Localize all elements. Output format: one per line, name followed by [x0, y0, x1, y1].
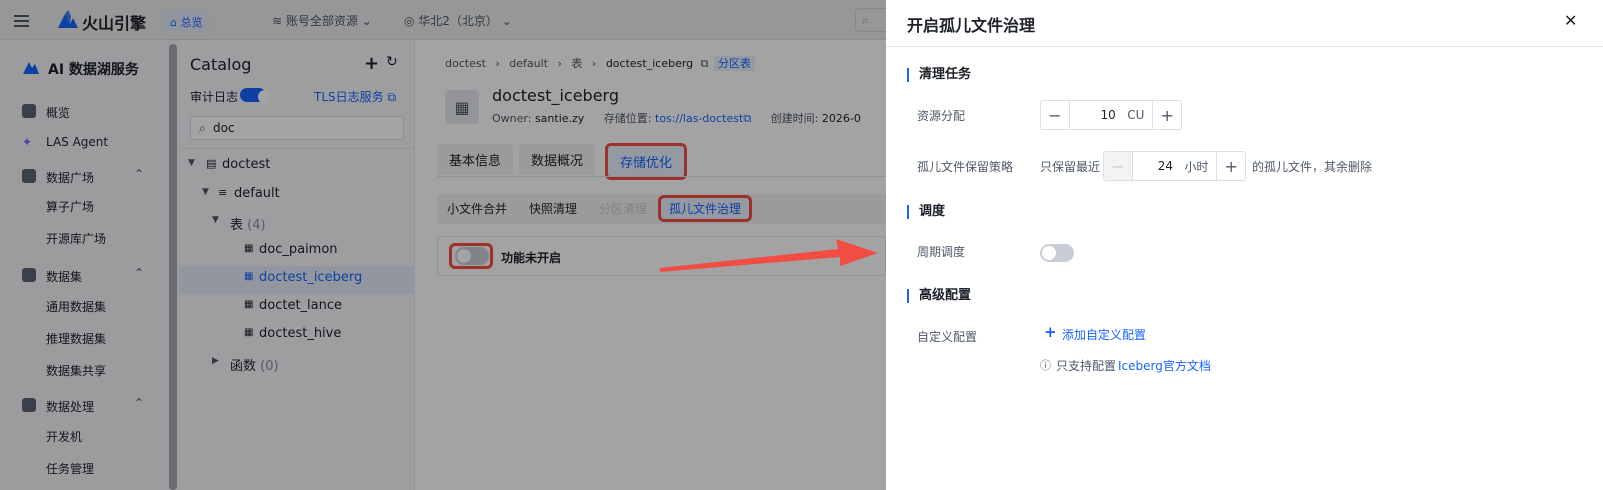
- orphan-file-drawer: 开启孤儿文件治理 ✕ 清理任务 资源分配 − 10 CU + 孤儿文件保留策略 …: [886, 0, 1603, 490]
- iceberg-docs-link[interactable]: Iceberg官方文档: [1118, 357, 1211, 374]
- add-custom-config-button[interactable]: 添加自定义配置: [1062, 326, 1146, 343]
- increment-button[interactable]: +: [1153, 101, 1181, 129]
- resource-value: 10: [1100, 108, 1116, 122]
- plus-icon[interactable]: +: [1044, 323, 1057, 341]
- periodic-label: 周期调度: [917, 245, 966, 259]
- retention-value-field[interactable]: 24 小时: [1131, 152, 1218, 180]
- periodic-schedule-toggle[interactable]: [1040, 244, 1074, 262]
- decrement-button[interactable]: −: [1041, 101, 1069, 129]
- retention-suffix: 的孤儿文件，其余删除: [1252, 160, 1373, 174]
- retention-prefix: 只保留最近: [1040, 160, 1101, 174]
- increment-button[interactable]: +: [1217, 152, 1245, 180]
- resource-value-field[interactable]: 10 CU: [1068, 101, 1154, 129]
- info-icon: ⓘ: [1040, 359, 1051, 372]
- section-cleanup-task: 清理任务: [907, 68, 971, 82]
- drawer-title: 开启孤儿文件治理: [907, 16, 1036, 35]
- arrow-annotation-icon: [660, 239, 878, 272]
- resource-label: 资源分配: [917, 109, 966, 123]
- section-schedule: 调度: [907, 205, 945, 219]
- hint-text: 只支持配置: [1056, 359, 1117, 373]
- section-advanced: 高级配置: [907, 289, 971, 303]
- retention-value: 24: [1157, 159, 1173, 173]
- close-icon[interactable]: ✕: [1564, 11, 1577, 30]
- resource-stepper[interactable]: − 10 CU +: [1040, 100, 1182, 130]
- retention-unit: 小时: [1184, 159, 1209, 174]
- divider: [886, 46, 1603, 47]
- decrement-button: −: [1104, 152, 1132, 180]
- retention-label: 孤儿文件保留策略: [917, 160, 1014, 174]
- resource-unit: CU: [1127, 108, 1145, 122]
- custom-config-label: 自定义配置: [917, 330, 978, 344]
- retention-stepper[interactable]: − 24 小时 +: [1103, 151, 1246, 181]
